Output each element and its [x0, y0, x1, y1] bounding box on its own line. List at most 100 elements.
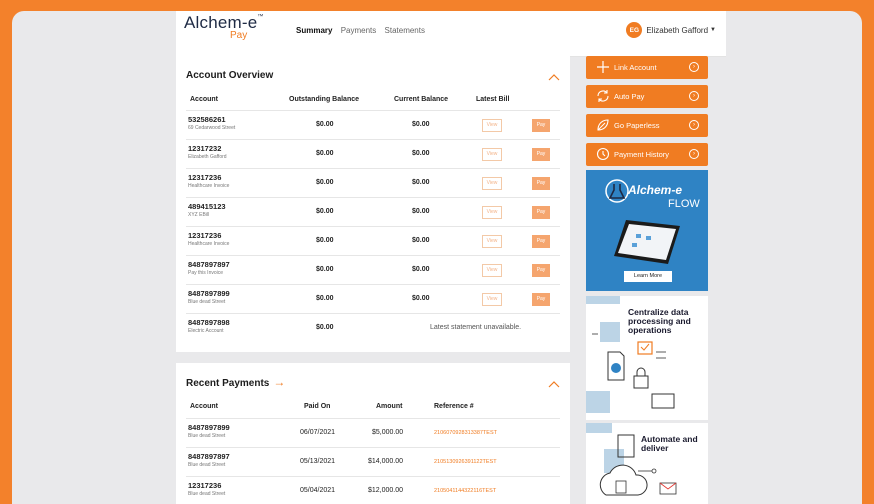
caret-down-icon: ▼: [710, 27, 716, 33]
current-balance: $0.00: [412, 121, 430, 128]
current-balance: $0.00: [412, 237, 430, 244]
history-icon: [596, 147, 610, 161]
flow-ad-banner[interactable]: Alchem-e FLOW Learn More: [586, 170, 708, 291]
table-row: 8487897899 Blue dead Street 06/07/2021 $…: [186, 418, 560, 447]
account-number: 8487897897: [188, 260, 230, 269]
table-row: 8487897899 Blue dead Street $0.00 $0.00 …: [186, 284, 560, 313]
account-desc: Blue dead Street: [188, 433, 226, 439]
pay-button[interactable]: Pay: [532, 264, 550, 277]
logo[interactable]: Alchem-e™ Pay: [184, 14, 263, 41]
account-desc: Blue dead Street: [188, 491, 226, 497]
table-row: 12317236 Blue dead Street 05/04/2021 $12…: [186, 476, 560, 504]
pay-button[interactable]: Pay: [532, 235, 550, 248]
outstanding-balance: $0.00: [316, 295, 334, 302]
user-name: Elizabeth Gafford: [646, 25, 709, 35]
table-row: 532586261 69 Cedarwood Street $0.00 $0.0…: [186, 110, 560, 139]
top-bar: Alchem-e™ Pay Summary Payments Statement…: [176, 11, 726, 57]
current-balance: $0.00: [412, 295, 430, 302]
col-reference: Reference #: [434, 403, 474, 410]
view-button[interactable]: View: [482, 235, 502, 248]
recent-payments-card: Recent Payments → Account Paid On Amount …: [176, 363, 570, 504]
browser-frame: Alchem-e™ Pay Summary Payments Statement…: [12, 11, 862, 504]
user-menu[interactable]: EG Elizabeth Gafford ▼: [626, 22, 716, 38]
table-row: 12317236 Healthcare Invoice $0.00 $0.00 …: [186, 226, 560, 255]
current-balance: $0.00: [412, 179, 430, 186]
col-current: Current Balance: [394, 96, 449, 103]
centralize-ad-banner[interactable]: Centralize data processing and operation…: [586, 296, 708, 420]
account-overview-card: Account Overview Account Outstanding Bal…: [176, 56, 570, 352]
account-number: 12317236: [188, 231, 222, 240]
go-paperless-button[interactable]: Go Paperless ›: [586, 114, 708, 137]
reference-link[interactable]: 2105041144322116TEST: [434, 488, 496, 494]
payment-history-button[interactable]: Payment History ›: [586, 143, 708, 166]
link-account-button[interactable]: Link Account ›: [586, 56, 708, 79]
auto-pay-button[interactable]: Auto Pay ›: [586, 85, 708, 108]
nav-payments[interactable]: Payments: [341, 26, 377, 35]
recent-payments-label: Recent Payments: [186, 378, 270, 389]
paid-on: 05/04/2021: [300, 487, 336, 494]
main-nav: Summary Payments Statements: [296, 26, 431, 35]
account-desc: Electric Account: [188, 328, 224, 334]
pay-button[interactable]: Pay: [532, 177, 550, 190]
chevron-right-circle-icon: ›: [689, 91, 699, 101]
account-number: 8487897899: [188, 289, 230, 298]
view-button[interactable]: View: [482, 293, 502, 306]
nav-summary[interactable]: Summary: [296, 26, 332, 35]
account-desc: XYZ EBill: [188, 212, 210, 218]
current-balance: $0.00: [412, 208, 430, 215]
col-account: Account: [190, 96, 218, 103]
col-amount: Amount: [376, 403, 403, 410]
account-desc: Blue dead Street: [188, 299, 226, 305]
view-button[interactable]: View: [482, 148, 502, 161]
logo-trademark: ™: [257, 14, 264, 20]
recent-payments-title[interactable]: Recent Payments →: [186, 375, 285, 389]
automate-text: Automate and deliver: [641, 434, 698, 453]
reference-link[interactable]: 2106070928313387TEST: [434, 430, 497, 436]
col-paid-on: Paid On: [304, 403, 331, 410]
account-overview-title: Account Overview: [186, 70, 274, 81]
outstanding-balance: $0.00: [316, 324, 334, 331]
outstanding-balance: $0.00: [316, 179, 334, 186]
chevron-right-circle-icon: ›: [689, 62, 699, 72]
arrow-right-icon: →: [273, 375, 286, 389]
amount: $14,000.00: [368, 458, 404, 465]
plus-icon: [597, 61, 609, 73]
table-row: 8487897898 Electric Account $0.00 Latest…: [186, 313, 560, 342]
chevron-right-circle-icon: ›: [689, 120, 699, 130]
pay-button[interactable]: Pay: [532, 148, 550, 161]
account-number: 8487897899: [188, 423, 230, 432]
table-row: 489415123 XYZ EBill $0.00 $0.00 View Pay: [186, 197, 560, 226]
nav-statements[interactable]: Statements: [385, 26, 425, 35]
automate-ad-banner[interactable]: Automate and deliver: [586, 423, 708, 504]
flow-product: FLOW: [668, 198, 700, 210]
amount: $12,000.00: [368, 487, 404, 494]
current-balance: $0.00: [412, 266, 430, 273]
outstanding-balance: $0.00: [316, 150, 334, 157]
view-button[interactable]: View: [482, 177, 502, 190]
logo-sub: Pay: [230, 30, 248, 41]
link-account-label: Link Account: [614, 63, 657, 72]
col-account: Account: [190, 403, 218, 410]
col-outstanding: Outstanding Balance: [289, 96, 360, 103]
avatar: EG: [626, 22, 643, 38]
account-number: 8487897897: [188, 452, 230, 461]
reference-link[interactable]: 2105130926391122TEST: [434, 459, 497, 465]
collapse-chevron-icon[interactable]: [548, 68, 560, 81]
account-desc: 69 Cedarwood Street: [188, 125, 236, 131]
learn-more-button[interactable]: Learn More: [624, 271, 672, 282]
account-number: 8487897898: [188, 318, 230, 327]
collapse-chevron-icon[interactable]: [548, 375, 560, 388]
paid-on: 06/07/2021: [300, 429, 336, 436]
flow-brand: Alchem-e: [628, 183, 683, 197]
outstanding-balance: $0.00: [316, 208, 334, 215]
pay-button[interactable]: Pay: [532, 119, 550, 132]
view-button[interactable]: View: [482, 206, 502, 219]
tablet-illustration: [614, 220, 680, 264]
current-balance: $0.00: [412, 150, 430, 157]
view-button[interactable]: View: [482, 119, 502, 132]
pay-button[interactable]: Pay: [532, 293, 550, 306]
account-desc: Elizabeth Gafford: [188, 154, 227, 160]
pay-button[interactable]: Pay: [532, 206, 550, 219]
outstanding-balance: $0.00: [316, 266, 334, 273]
view-button[interactable]: View: [482, 264, 502, 277]
